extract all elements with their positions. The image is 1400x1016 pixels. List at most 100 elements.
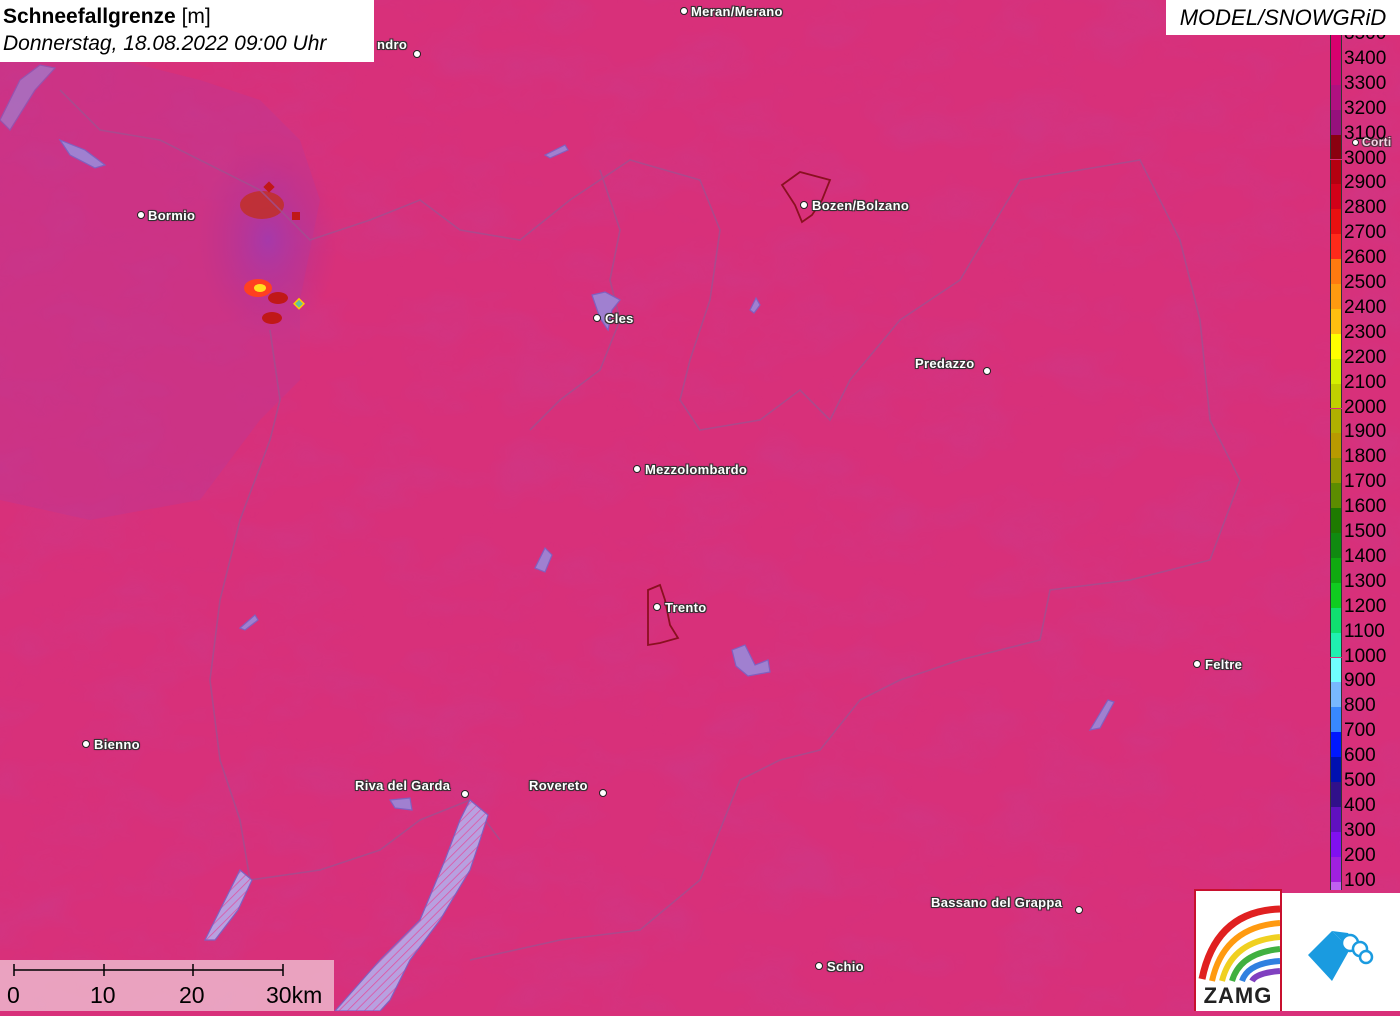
city-label-feltre: Feltre: [1205, 657, 1243, 672]
city-dot-bassano: [1075, 906, 1083, 914]
legend-label: 1000: [1344, 645, 1387, 667]
legend-label: 1900: [1344, 421, 1387, 443]
legend-label: 2800: [1344, 197, 1387, 219]
scale-label-10: 10: [90, 982, 116, 1008]
legend-label: 2100: [1344, 371, 1387, 393]
city-label-rovereto: Rovereto: [529, 778, 588, 793]
legend-label: 600: [1344, 745, 1376, 767]
legend-item-2200: 2200: [1328, 347, 1400, 384]
scale-bar: 0 10 20 30km: [0, 960, 334, 1011]
forecast-datetime: Donnerstag, 18.08.2022 09:00 Uhr: [3, 32, 327, 55]
legend-item-3200: 3200: [1328, 97, 1400, 135]
legend-item-3000: 3000: [1328, 147, 1400, 185]
legend-label: 1100: [1344, 620, 1385, 642]
legend-label: 2300: [1344, 321, 1387, 343]
city-dot-trento: [653, 603, 661, 611]
city-label-schio: Schio: [827, 959, 864, 974]
legend-label: 2600: [1344, 247, 1387, 269]
city-dot-meran: [680, 7, 688, 15]
legend-item-3300: 3300: [1328, 72, 1400, 110]
legend-swatch: [1330, 881, 1342, 890]
legend-label: 2400: [1344, 296, 1387, 318]
legend-item-2700: 2700: [1328, 222, 1400, 260]
legend-item-2300: 2300: [1328, 321, 1400, 359]
legend-label: 2700: [1344, 222, 1387, 244]
city-dot-bormio: [137, 211, 145, 219]
legend-item-3500: 3500: [1328, 35, 1400, 60]
city-label-meran: Meran/Merano: [691, 4, 783, 19]
legend-label: 3300: [1344, 72, 1387, 94]
legend-label: 3200: [1344, 97, 1387, 119]
city-label-bolzano: Bozen/Bolzano: [812, 198, 910, 213]
legend-item-1200: 1200: [1328, 595, 1400, 633]
legend-label: 900: [1344, 670, 1376, 692]
legend-item-2000: 2000: [1328, 396, 1400, 434]
legend-item-500: 500: [1328, 770, 1400, 807]
legend-item-900: 900: [1328, 670, 1400, 708]
zamg-logo-text: ZAMG: [1203, 983, 1273, 1008]
legend-item-1300: 1300: [1328, 570, 1400, 608]
snowgrid-logo-icon: [1308, 931, 1374, 981]
legend-item-3100: 3100: [1328, 122, 1400, 160]
legend-item-2900: 2900: [1328, 172, 1400, 210]
scale-label-20: 20: [179, 982, 205, 1008]
city-dot-schio: [815, 962, 823, 970]
city-label-mezzolombardo: Mezzolombardo: [645, 462, 748, 477]
legend-item-800: 800: [1328, 695, 1400, 733]
city-label-bormio: Bormio: [148, 208, 196, 223]
model-label: MODEL/SNOWGRiD: [1166, 0, 1400, 35]
legend-item-1100: 1100: [1328, 620, 1400, 658]
legend-item-1500: 1500: [1328, 521, 1400, 558]
city-label-riva: Riva del Garda: [355, 778, 451, 793]
legend-label: 1700: [1344, 471, 1387, 493]
legend-item-2100: 2100: [1328, 371, 1400, 409]
legend-label: 2500: [1344, 272, 1387, 293]
scale-label-0: 0: [7, 982, 20, 1008]
city-label-trento: Trento: [665, 600, 707, 615]
legend-item-2400: 2400: [1328, 296, 1400, 334]
legend-item-2800: 2800: [1328, 197, 1400, 235]
map-canvas[interactable]: [0, 0, 1400, 1011]
city-label-bassano: Bassano del Grappa: [931, 895, 1063, 910]
legend-item-100: 100: [1328, 870, 1400, 890]
legend-label: 1200: [1344, 595, 1387, 617]
variable-unit: [m]: [181, 5, 211, 28]
city-label-cles: Cles: [605, 311, 634, 326]
legend-label: 1600: [1344, 496, 1387, 518]
snowgrid-logo[interactable]: [1282, 893, 1400, 1011]
city-dot-cles: [593, 314, 601, 322]
color-legend: 3500 3400 3300 3200 3100 3000 2900 2800 2700 2600…: [1328, 35, 1400, 890]
legend-label: 3400: [1344, 47, 1387, 69]
legend-label: 3000: [1344, 147, 1387, 169]
legend-item-200: 200: [1328, 845, 1400, 882]
map-title: Schneefallgrenze [m]: [3, 4, 374, 30]
legend-item-300: 300: [1328, 820, 1400, 857]
legend-item-1800: 1800: [1328, 446, 1400, 484]
zamg-logo[interactable]: ZAMG: [1194, 889, 1282, 1011]
legend-item-3400: 3400: [1328, 47, 1400, 85]
city-dot-feltre: [1193, 660, 1201, 668]
legend-item-1900: 1900: [1328, 421, 1400, 459]
city-dot-predazzo: [983, 367, 991, 375]
legend-label: 3500: [1344, 35, 1386, 45]
city-label-bienno: Bienno: [94, 737, 140, 752]
legend-label: 500: [1344, 770, 1376, 791]
legend-item-1700: 1700: [1328, 471, 1400, 509]
rainbow-logo-icon: [1198, 905, 1281, 983]
legend-item-1400: 1400: [1328, 545, 1400, 583]
legend-item-1600: 1600: [1328, 496, 1400, 533]
city-dot-bienno: [82, 740, 90, 748]
city-dot-bolzano: [800, 201, 808, 209]
legend-label: 1300: [1344, 570, 1387, 592]
legend-label: 3100: [1344, 122, 1387, 144]
legend-item-2600: 2600: [1328, 247, 1400, 284]
legend-label: 1500: [1344, 521, 1387, 542]
legend-label: 1400: [1344, 545, 1387, 567]
map-title-panel: Schneefallgrenze [m] Donnerstag, 18.08.2…: [0, 0, 374, 62]
legend-label: 800: [1344, 695, 1376, 717]
city-label-predazzo: Predazzo: [915, 356, 975, 371]
legend-label: 100: [1344, 869, 1376, 890]
city-dot-mezzolombardo: [633, 465, 641, 473]
legend-label: 2000: [1344, 396, 1387, 418]
city-dot-riva: [461, 790, 469, 798]
